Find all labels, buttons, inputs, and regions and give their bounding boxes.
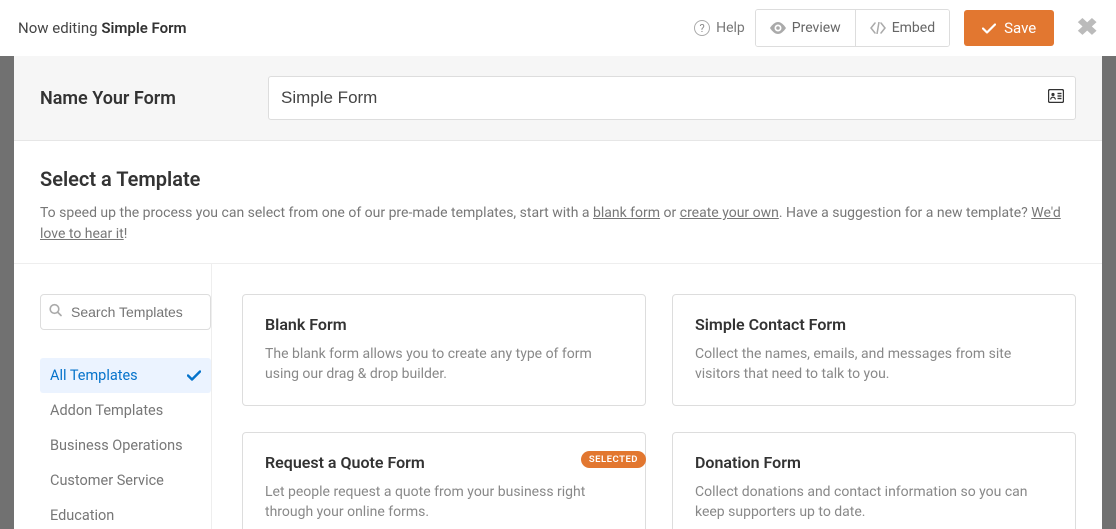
- template-desc: Collect the names, emails, and messages …: [695, 344, 1053, 385]
- code-icon: [870, 22, 886, 34]
- template-card-simple-contact[interactable]: Simple Contact Form Collect the names, e…: [672, 294, 1076, 406]
- create-own-link[interactable]: create your own: [680, 205, 779, 221]
- card-icon: [1048, 89, 1064, 107]
- save-button[interactable]: Save: [964, 10, 1054, 46]
- editing-prefix: Now editing: [18, 19, 98, 37]
- select-heading: Select a Template: [40, 167, 1076, 191]
- preview-label: Preview: [792, 20, 841, 36]
- category-sidebar: All Templates Addon Templates Business O…: [40, 264, 212, 529]
- template-card-request-quote[interactable]: SELECTED Request a Quote Form Let people…: [242, 432, 646, 529]
- template-card-donation[interactable]: Donation Form Collect donations and cont…: [672, 432, 1076, 529]
- template-title: Simple Contact Form: [695, 315, 1053, 334]
- editing-name: Simple Form: [101, 19, 186, 37]
- search-icon: [49, 304, 62, 321]
- embed-button[interactable]: Embed: [855, 10, 949, 46]
- help-icon: ?: [694, 20, 710, 36]
- save-label: Save: [1004, 19, 1036, 37]
- help-label: Help: [716, 20, 745, 36]
- left-bar: [0, 56, 14, 529]
- template-desc: Let people request a quote from your bus…: [265, 482, 623, 523]
- editing-label: Now editing Simple Form: [18, 19, 187, 37]
- name-label: Name Your Form: [40, 88, 180, 109]
- template-title: Donation Form: [695, 453, 1053, 472]
- preview-embed-group: Preview Embed: [755, 9, 950, 47]
- category-label: All Templates: [50, 367, 138, 384]
- preview-button[interactable]: Preview: [756, 10, 855, 46]
- category-label: Customer Service: [50, 472, 164, 489]
- eye-icon: [770, 22, 786, 34]
- template-title: Request a Quote Form: [265, 453, 623, 472]
- category-all-templates[interactable]: All Templates: [40, 358, 211, 393]
- category-addon-templates[interactable]: Addon Templates: [40, 393, 211, 428]
- close-button[interactable]: ✖: [1076, 16, 1098, 39]
- template-card-blank[interactable]: Blank Form The blank form allows you to …: [242, 294, 646, 406]
- name-bar: Name Your Form: [14, 56, 1102, 141]
- category-education[interactable]: Education: [40, 498, 211, 529]
- top-bar: Now editing Simple Form ? Help Preview E…: [0, 0, 1116, 56]
- search-input[interactable]: [40, 294, 211, 330]
- embed-label: Embed: [892, 20, 935, 36]
- template-desc: The blank form allows you to create any …: [265, 344, 623, 385]
- category-label: Addon Templates: [50, 402, 163, 419]
- blank-form-link[interactable]: blank form: [593, 205, 660, 221]
- category-customer-service[interactable]: Customer Service: [40, 463, 211, 498]
- check-icon: [982, 23, 996, 34]
- form-name-input[interactable]: [268, 76, 1076, 120]
- category-label: Business Operations: [50, 437, 183, 454]
- check-icon: [187, 370, 201, 381]
- select-template-section: Select a Template To speed up the proces…: [14, 141, 1102, 264]
- right-bar: [1102, 56, 1116, 529]
- selected-badge: SELECTED: [581, 451, 646, 468]
- select-intro: To speed up the process you can select f…: [40, 203, 1076, 245]
- template-desc: Collect donations and contact informatio…: [695, 482, 1053, 523]
- templates-grid: Blank Form The blank form allows you to …: [212, 264, 1076, 529]
- category-business-operations[interactable]: Business Operations: [40, 428, 211, 463]
- category-label: Education: [50, 507, 114, 524]
- template-title: Blank Form: [265, 315, 623, 334]
- help-button[interactable]: ? Help: [694, 20, 745, 36]
